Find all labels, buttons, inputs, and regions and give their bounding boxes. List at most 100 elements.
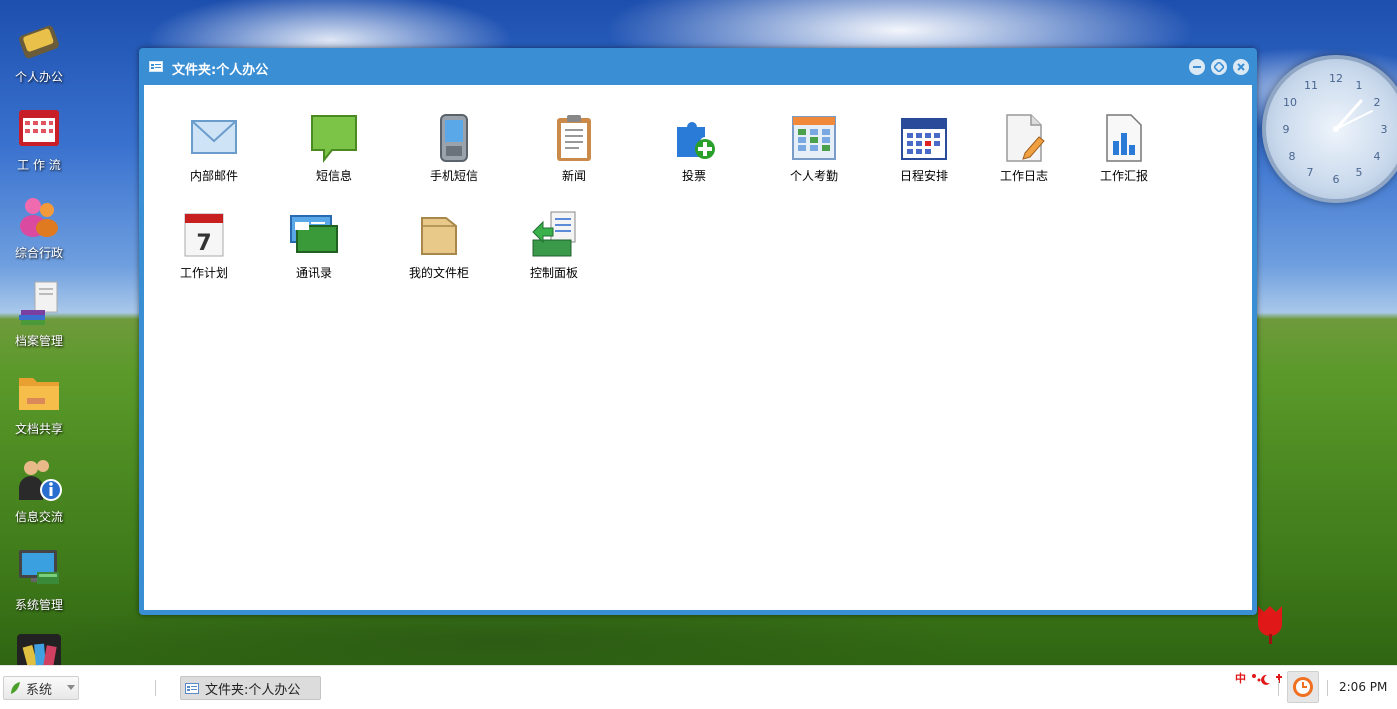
puzzle-add-icon	[669, 113, 719, 163]
app-label: 短信息	[315, 169, 352, 183]
taskbar: 系统 文件夹:个人办公 中 2:06 PM	[0, 665, 1397, 709]
app-work-log[interactable]: 工作日志	[974, 113, 1074, 184]
app-label: 控制面板	[529, 266, 578, 280]
calendar-icon	[899, 113, 949, 163]
app-label: 我的文件柜	[408, 266, 469, 280]
app-file-cabinet[interactable]: 我的文件柜	[389, 210, 489, 281]
app-label: 工作日志	[999, 169, 1048, 183]
svg-text:中: 中	[1235, 671, 1246, 685]
window-content: 内部邮件 短信息 手机短信 新闻 投票 个人考勤 日程安排 工作日志 工作汇报 …	[144, 85, 1252, 610]
users-icon	[15, 192, 63, 240]
info-people-icon	[15, 456, 63, 504]
maximize-icon	[1214, 62, 1224, 72]
monitor-icon	[15, 544, 63, 592]
mail-icon	[189, 113, 239, 163]
task-label: 文件夹:个人办公	[205, 682, 301, 698]
window-titlebar[interactable]: 文件夹:个人办公	[139, 48, 1257, 84]
desktop-icon-admin[interactable]: 综合行政	[0, 192, 78, 261]
window-title: 文件夹:个人办公	[172, 63, 269, 78]
app-label: 个人考勤	[789, 169, 838, 183]
date-7-icon: 7	[179, 210, 229, 260]
taskbar-separator	[155, 680, 156, 696]
app-label: 投票	[681, 169, 706, 183]
calendar-grid-icon	[15, 104, 63, 152]
clock-number: 10	[1283, 96, 1297, 109]
desktop-icon-doc-share[interactable]: 文档共享	[0, 368, 78, 437]
address-cards-icon	[289, 210, 339, 260]
desktop-icon-label: 综合行政	[14, 246, 63, 260]
desktop-icon-label: 工 作 流	[17, 158, 61, 172]
control-panel-icon	[529, 210, 579, 260]
clock-number: 3	[1381, 123, 1388, 136]
app-label: 工作计划	[179, 266, 228, 280]
clock-hour-hand	[1334, 99, 1363, 131]
desktop-icon-system-admin[interactable]: 系统管理	[0, 544, 78, 613]
app-label: 内部邮件	[189, 169, 238, 183]
app-internal-mail[interactable]: 内部邮件	[164, 113, 264, 184]
app-work-plan[interactable]: 7 工作计划	[154, 210, 254, 281]
clock-number: 4	[1374, 150, 1381, 163]
svg-text:7: 7	[196, 231, 211, 256]
clock-number: 9	[1283, 123, 1290, 136]
window-icon	[185, 682, 199, 694]
taskbar-separator	[1278, 680, 1279, 696]
clock-number: 12	[1329, 72, 1343, 85]
clock-number: 6	[1333, 173, 1340, 186]
app-control-panel[interactable]: 控制面板	[504, 210, 604, 281]
desktop-icon-label: 档案管理	[14, 334, 63, 348]
clock-number: 7	[1307, 166, 1314, 179]
clock-number: 8	[1289, 150, 1296, 163]
desktop-icon-info-exchange[interactable]: 信息交流	[0, 456, 78, 525]
app-label: 手机短信	[429, 169, 478, 183]
bar-chart-report-icon	[1099, 113, 1149, 163]
desktop-icon-archives[interactable]: 档案管理	[0, 280, 78, 349]
analog-clock[interactable]: 12 1 2 3 4 5 6 7 8 9 10 11	[1262, 55, 1397, 203]
desktop-icon-workflow[interactable]: 工 作 流	[0, 104, 78, 173]
app-address-book[interactable]: 通讯录	[264, 210, 364, 281]
app-label: 日程安排	[899, 169, 948, 183]
clock-number: 11	[1304, 79, 1318, 92]
cards-icon	[15, 632, 63, 665]
minimize-button[interactable]	[1189, 59, 1205, 75]
file-cabinet-icon	[414, 210, 464, 260]
app-work-report[interactable]: 工作汇报	[1074, 113, 1174, 184]
close-icon	[1237, 63, 1245, 71]
maximize-button[interactable]	[1211, 59, 1227, 75]
app-attendance[interactable]: 个人考勤	[764, 113, 864, 184]
desktop-icon-partial[interactable]	[0, 632, 78, 665]
clock-minute-hand	[1335, 110, 1373, 130]
folder-window[interactable]: 文件夹:个人办公 内部邮件 短信息 手机短信 新闻 投票 个人考勤 日程安排 工…	[139, 48, 1257, 615]
tray-time: 2:06 PM	[1339, 680, 1388, 694]
taskbar-window-button[interactable]: 文件夹:个人办公	[180, 676, 321, 700]
desktop-icon-label: 系统管理	[14, 598, 63, 612]
window-icon	[149, 61, 163, 75]
app-label: 工作汇报	[1099, 169, 1148, 183]
app-short-message[interactable]: 短信息	[284, 113, 384, 184]
desktop-icon-personal-office[interactable]: 个人办公	[0, 16, 78, 85]
app-vote[interactable]: 投票	[644, 113, 744, 184]
clock-number: 1	[1356, 79, 1363, 92]
start-label: 系统	[26, 682, 53, 698]
clock-number: 2	[1374, 96, 1381, 109]
app-news[interactable]: 新闻	[524, 113, 624, 184]
briefcase-icon	[15, 16, 63, 64]
folder-icon	[15, 368, 63, 416]
leaf-icon	[11, 682, 20, 694]
clock-face: 12 1 2 3 4 5 6 7 8 9 10 11	[1283, 72, 1388, 186]
taskbar-separator	[1327, 680, 1328, 696]
system-start-button[interactable]: 系统	[3, 676, 79, 700]
close-button[interactable]	[1233, 59, 1249, 75]
clock-number: 5	[1356, 166, 1363, 179]
speech-bubble-icon	[309, 113, 359, 163]
attendance-grid-icon	[789, 113, 839, 163]
desktop-icon-label: 文档共享	[14, 422, 63, 436]
archive-books-icon	[15, 280, 63, 328]
tray-clock-button[interactable]	[1287, 671, 1319, 703]
app-schedule[interactable]: 日程安排	[874, 113, 974, 184]
desktop-icon-label: 个人办公	[14, 70, 63, 84]
document-edit-icon	[999, 113, 1049, 163]
app-mobile-sms[interactable]: 手机短信	[404, 113, 504, 184]
bird-gadget-icon	[1254, 602, 1288, 648]
app-label: 通讯录	[295, 266, 332, 280]
clock-icon	[1293, 677, 1313, 697]
